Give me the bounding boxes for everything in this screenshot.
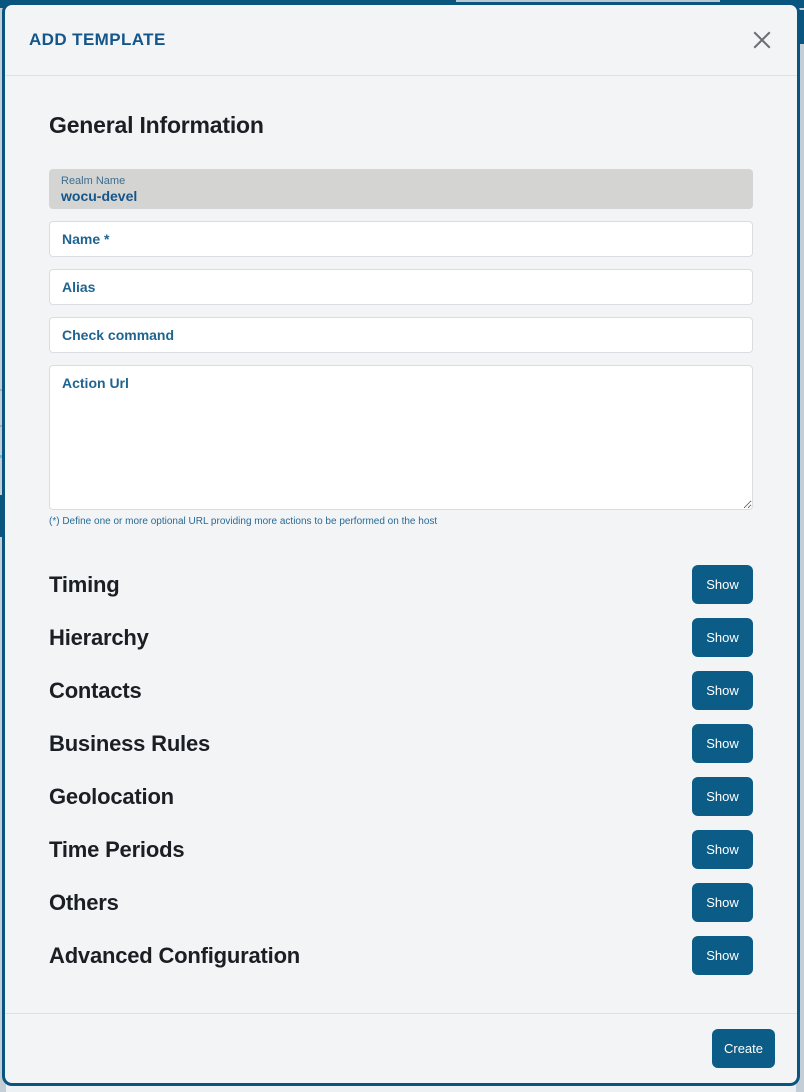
section-row: Others Show <box>49 876 753 929</box>
action-url-helper-text: (*) Define one or more optional URL prov… <box>49 516 438 527</box>
name-input[interactable] <box>49 221 753 257</box>
close-icon[interactable] <box>747 25 777 55</box>
show-button[interactable]: Show <box>692 936 753 975</box>
add-template-dialog: ADD TEMPLATE General Information Realm N… <box>2 2 800 1086</box>
dialog-body: General Information Realm Name wocu-deve… <box>5 76 797 1013</box>
dialog-footer: Create <box>5 1013 797 1083</box>
section-row-label: Business Rules <box>49 730 211 756</box>
general-information-heading: General Information <box>49 112 264 138</box>
dialog-header: ADD TEMPLATE <box>5 5 797 76</box>
section-row-label: Advanced Configuration <box>49 942 301 968</box>
show-button[interactable]: Show <box>692 883 753 922</box>
realm-name-field: Realm Name wocu-devel <box>49 169 753 209</box>
show-button[interactable]: Show <box>692 565 753 604</box>
realm-name-value: wocu-devel <box>61 188 138 204</box>
show-button[interactable]: Show <box>692 618 753 657</box>
check-command-input[interactable] <box>49 317 753 353</box>
section-row: Advanced Configuration Show <box>49 929 753 982</box>
section-row: Geolocation Show <box>49 770 753 823</box>
section-row: Hierarchy Show <box>49 611 753 664</box>
dialog-title: ADD TEMPLATE <box>29 30 166 49</box>
show-button[interactable]: Show <box>692 671 753 710</box>
section-row: Business Rules Show <box>49 717 753 770</box>
section-row: Time Periods Show <box>49 823 753 876</box>
show-button[interactable]: Show <box>692 724 753 763</box>
section-row-label: Others <box>49 889 119 915</box>
action-url-textarea[interactable] <box>49 365 753 510</box>
create-button[interactable]: Create <box>712 1029 775 1068</box>
section-row-label: Timing <box>49 571 120 597</box>
section-row: Contacts Show <box>49 664 753 717</box>
collapsible-sections-list: Timing Show Hierarchy Show Contacts Show Busin… <box>49 558 753 982</box>
alias-input[interactable] <box>49 269 753 305</box>
section-row: Timing Show <box>49 558 753 611</box>
realm-name-label: Realm Name <box>61 175 126 187</box>
section-row-label: Contacts <box>49 677 142 703</box>
section-row-label: Hierarchy <box>49 624 149 650</box>
section-row-label: Time Periods <box>49 836 185 862</box>
show-button[interactable]: Show <box>692 777 753 816</box>
show-button[interactable]: Show <box>692 830 753 869</box>
section-row-label: Geolocation <box>49 783 174 809</box>
